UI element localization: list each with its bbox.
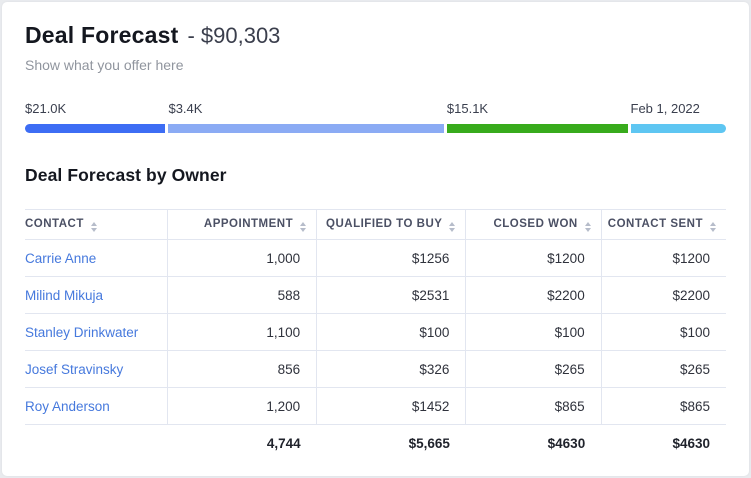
table-cell: $265	[601, 351, 726, 388]
page-title: Deal Forecast - $90,303	[25, 22, 726, 52]
contact-link[interactable]: Roy Anderson	[25, 399, 110, 414]
table-cell: $100	[466, 314, 601, 351]
forecast-progress: $21.0K$3.4K$15.1KFeb 1, 2022	[25, 101, 726, 133]
table-cell: $1452	[317, 388, 466, 425]
table-row: Roy Anderson1,200$1452$865$865	[25, 388, 726, 425]
table-cell: $100	[317, 314, 466, 351]
table-row: Josef Stravinsky856$326$265$265	[25, 351, 726, 388]
table-totals-row: 4,744$5,665$4630$4630	[25, 425, 726, 462]
totals-cell: $5,665	[317, 425, 466, 462]
table-row: Milind Mikuja588$2531$2200$2200	[25, 277, 726, 314]
progress-segment	[447, 124, 628, 133]
table-cell: 1,000	[167, 240, 316, 277]
table-cell: 856	[167, 351, 316, 388]
table-cell: $1256	[317, 240, 466, 277]
sort-icon[interactable]	[300, 222, 306, 232]
column-header-appointment[interactable]: APPOINTMENT	[167, 210, 316, 240]
table-header-row: CONTACT APPOINTMENT QUALIFIED TO BUY CLOSED…	[25, 210, 726, 240]
table-cell: $265	[466, 351, 601, 388]
progress-segment	[631, 124, 727, 133]
contact-link[interactable]: Stanley Drinkwater	[25, 325, 138, 340]
deal-forecast-card: Deal Forecast - $90,303 Show what you off…	[2, 2, 749, 476]
forecast-amount: - $90,303	[187, 23, 280, 48]
table-cell: 1,200	[167, 388, 316, 425]
sort-icon[interactable]	[449, 222, 455, 232]
sort-icon[interactable]	[585, 222, 591, 232]
column-header-label: QUALIFIED TO BUY	[326, 218, 442, 230]
totals-cell: $4630	[466, 425, 601, 462]
table-cell: 1,100	[167, 314, 316, 351]
table-cell: $1200	[601, 240, 726, 277]
progress-segment-label: $15.1K	[447, 101, 628, 117]
table-row: Stanley Drinkwater1,100$100$100$100	[25, 314, 726, 351]
progress-segment	[168, 124, 443, 133]
section-title: Deal Forecast by Owner	[25, 165, 726, 186]
column-header-contact[interactable]: CONTACT	[25, 210, 167, 240]
column-header-qualified-to-buy[interactable]: QUALIFIED TO BUY	[317, 210, 466, 240]
table-cell: $865	[466, 388, 601, 425]
column-header-label: CLOSED WON	[493, 218, 577, 230]
progress-segment-label: $3.4K	[168, 101, 443, 117]
progress-segment-label: $21.0K	[25, 101, 165, 117]
progress-bar	[25, 124, 726, 133]
progress-segment	[25, 124, 165, 133]
column-header-label: CONTACT SENT	[608, 218, 703, 230]
page-title-text: Deal Forecast	[25, 22, 178, 48]
table-cell: $326	[317, 351, 466, 388]
column-header-contact-sent[interactable]: CONTACT SENT	[601, 210, 726, 240]
table-cell: $865	[601, 388, 726, 425]
totals-cell: 4,744	[167, 425, 316, 462]
table-row: Carrie Anne1,000$1256$1200$1200	[25, 240, 726, 277]
totals-cell: $4630	[601, 425, 726, 462]
table-cell: 588	[167, 277, 316, 314]
table-cell: $100	[601, 314, 726, 351]
table-cell: $2200	[601, 277, 726, 314]
progress-segment-label: Feb 1, 2022	[631, 101, 727, 117]
deal-forecast-table: CONTACT APPOINTMENT QUALIFIED TO BUY CLOSED…	[25, 209, 726, 462]
table-cell: $1200	[466, 240, 601, 277]
progress-segment-labels: $21.0K$3.4K$15.1KFeb 1, 2022	[25, 101, 726, 117]
column-header-closed-won[interactable]: CLOSED WON	[466, 210, 601, 240]
contact-link[interactable]: Carrie Anne	[25, 251, 96, 266]
sort-icon[interactable]	[91, 222, 97, 232]
sort-icon[interactable]	[710, 222, 716, 232]
totals-cell	[25, 425, 167, 462]
page-subtitle: Show what you offer here	[25, 57, 726, 73]
contact-link[interactable]: Josef Stravinsky	[25, 362, 123, 377]
table-cell: $2200	[466, 277, 601, 314]
table-cell: $2531	[317, 277, 466, 314]
contact-link[interactable]: Milind Mikuja	[25, 288, 103, 303]
column-header-label: APPOINTMENT	[204, 218, 293, 230]
column-header-label: CONTACT	[25, 218, 84, 230]
